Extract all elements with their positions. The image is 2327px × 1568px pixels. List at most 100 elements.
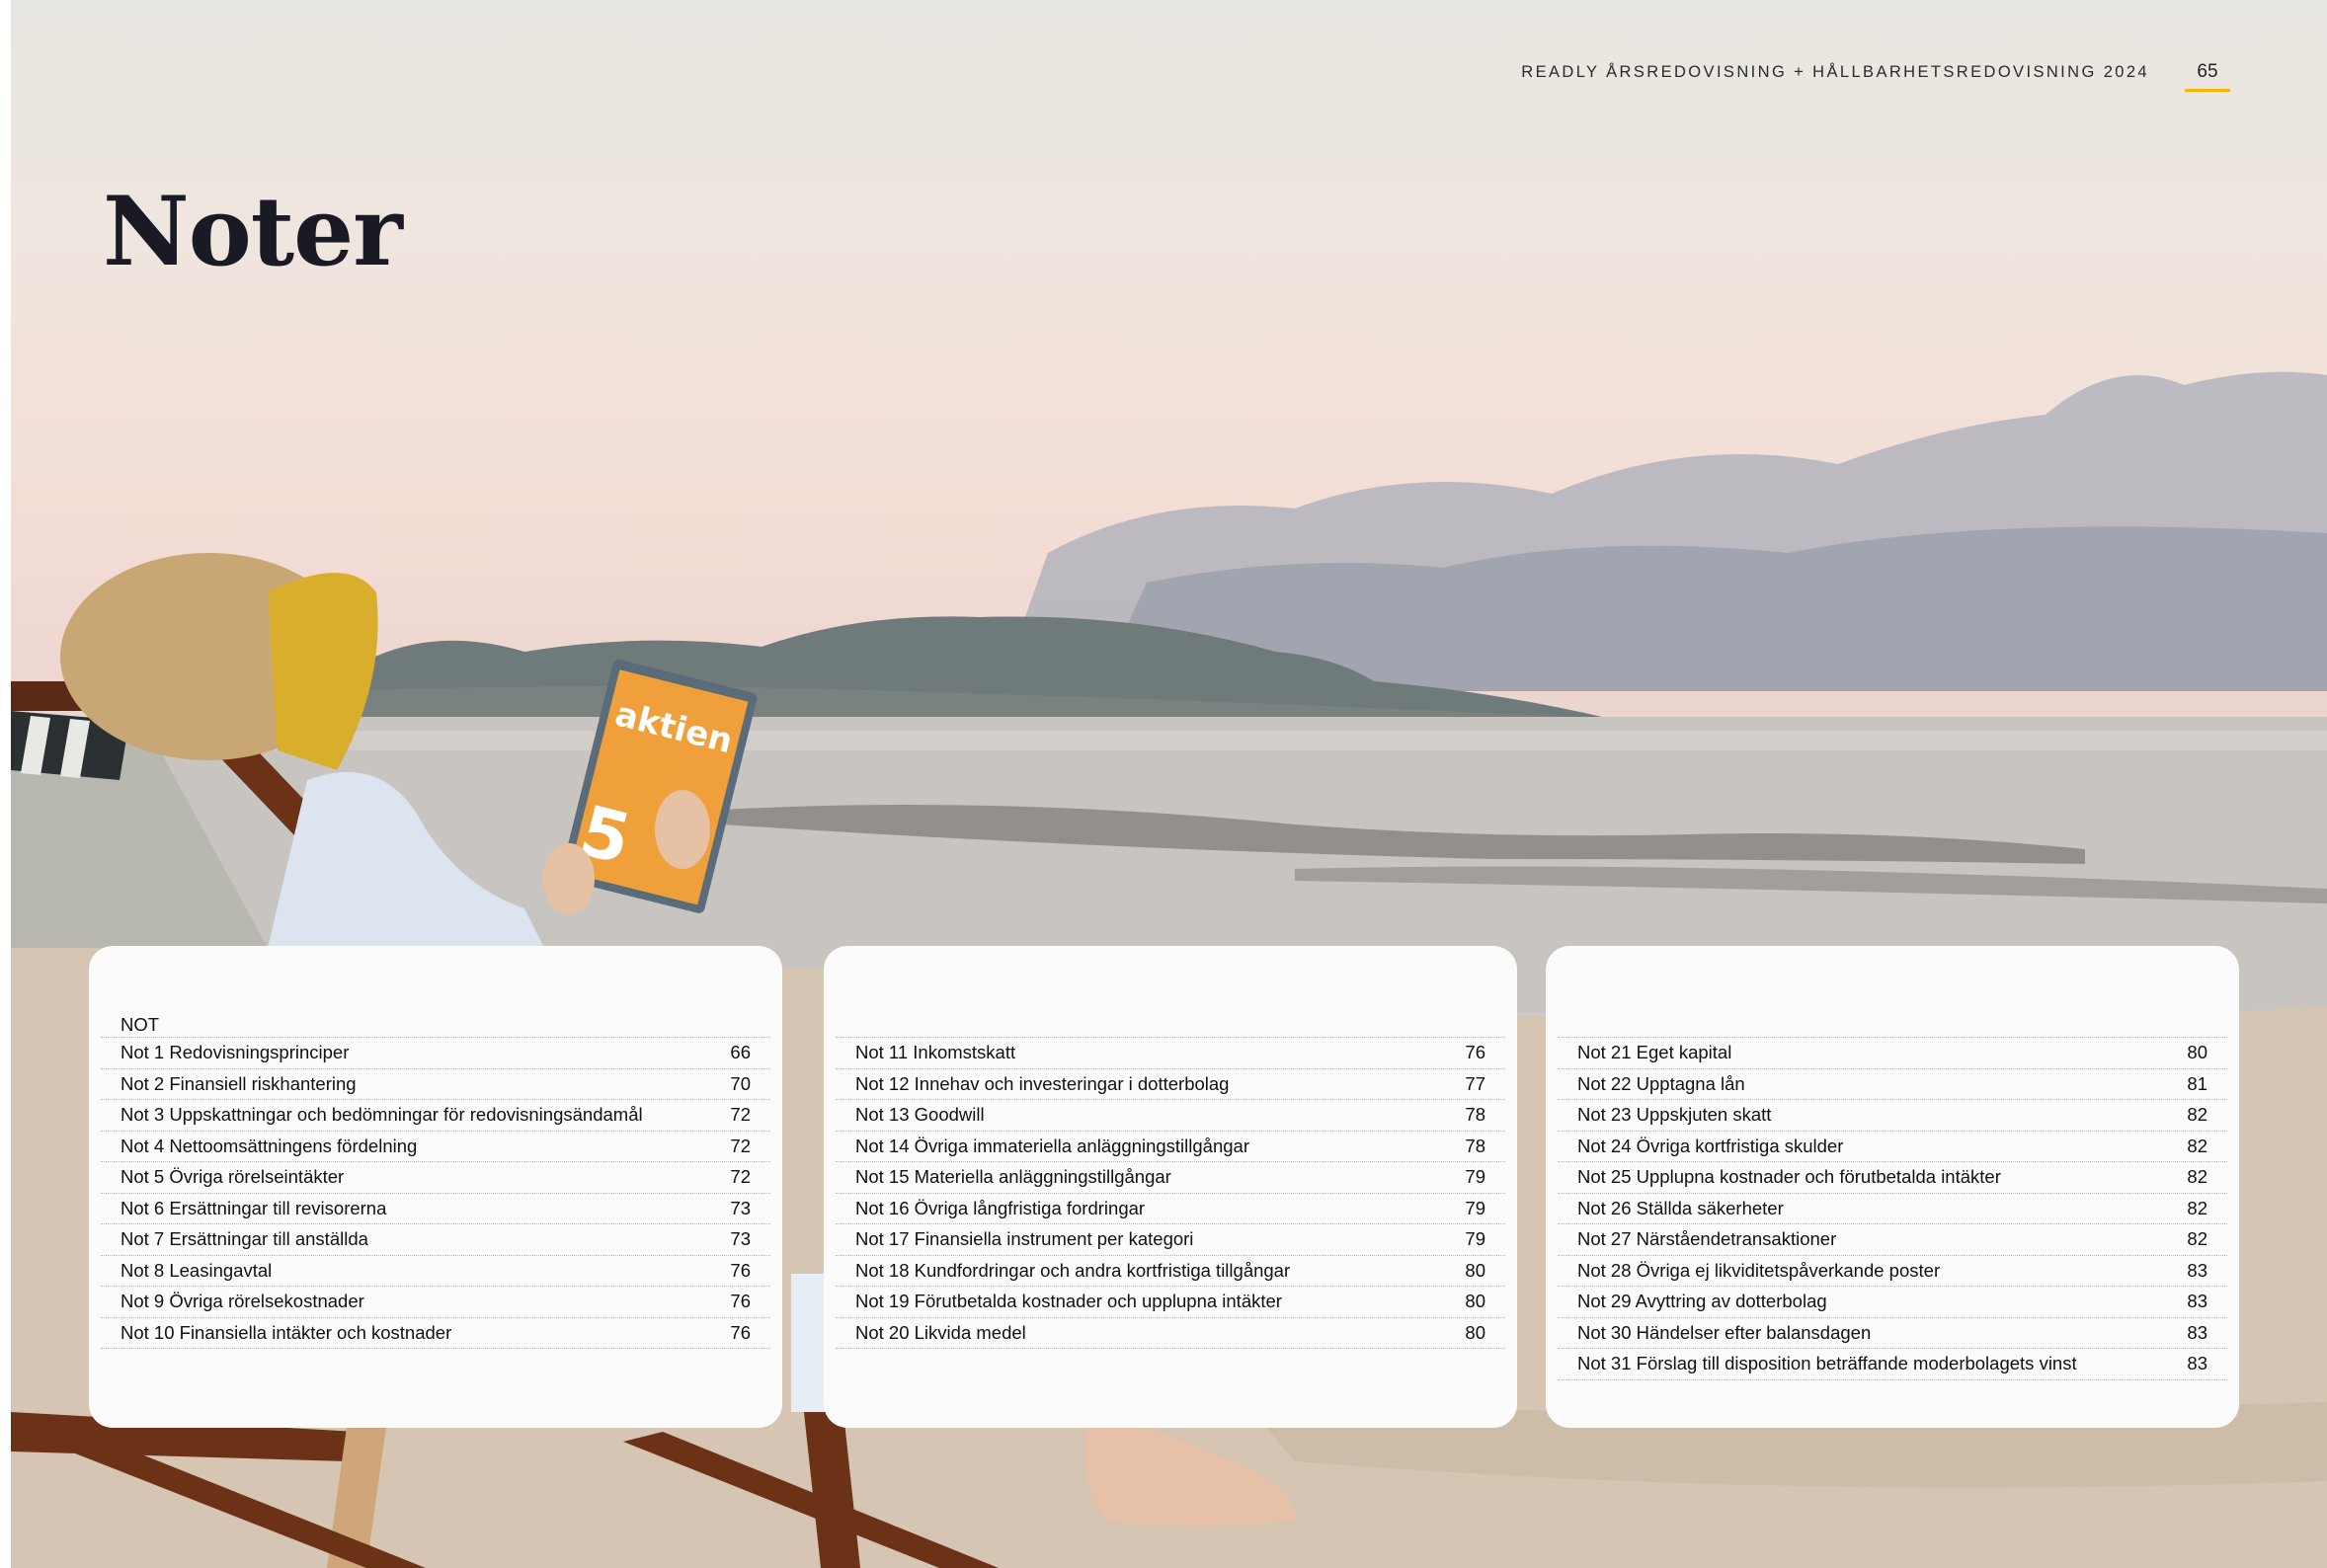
note-page: 78 [1465, 1135, 1485, 1156]
note-label: Not 8 Leasingavtal [120, 1259, 273, 1281]
note-page: 83 [2187, 1321, 2207, 1343]
note-row[interactable]: Not 6 Ersättningar till revisorerna 73 [101, 1194, 770, 1224]
note-page: 80 [2187, 1042, 2207, 1063]
note-page: 80 [1465, 1321, 1485, 1343]
note-label: Not 18 Kundfordringar och andra kortfris… [855, 1259, 1291, 1281]
note-page: 66 [730, 1042, 751, 1063]
note-page: 72 [730, 1135, 751, 1156]
note-page: 72 [730, 1166, 751, 1188]
note-row[interactable]: Not 29 Avyttring av dotterbolag 83 [1558, 1287, 2227, 1318]
note-label: Not 1 Redovisningsprinciper [120, 1042, 350, 1063]
note-page: 72 [730, 1104, 751, 1126]
note-page: 80 [1465, 1259, 1485, 1281]
note-row[interactable]: Not 26 Ställda säkerheter 82 [1558, 1194, 2227, 1224]
note-label: Not 26 Ställda säkerheter [1577, 1197, 1784, 1218]
note-label: Not 4 Nettoomsättningens fördelning [120, 1135, 418, 1156]
note-label: Not 19 Förutbetalda kostnader och upplup… [855, 1291, 1282, 1312]
note-row[interactable]: Not 19 Förutbetalda kostnader och upplup… [836, 1287, 1505, 1318]
note-page: 78 [1465, 1104, 1485, 1126]
note-row[interactable]: Not 5 Övriga rörelseintäkter 72 [101, 1162, 770, 1194]
note-row[interactable]: Not 2 Finansiell riskhantering 70 [101, 1069, 770, 1100]
notes-list-column-1: NOT Not 1 Redovisningsprinciper 66 Not 2 … [89, 946, 782, 1428]
note-row[interactable]: Not 21 Eget kapital 80 [1558, 1038, 2227, 1069]
note-page: 76 [730, 1321, 751, 1343]
note-row[interactable]: Not 15 Materiella anläggningstillgångar 7… [836, 1162, 1505, 1194]
notes-list-column-2: Not 11 Inkomstskatt 76 Not 12 Innehav och… [824, 946, 1517, 1428]
page-number: 65 [2185, 61, 2230, 92]
note-row[interactable]: Not 31 Förslag till disposition beträffa… [1558, 1349, 2227, 1380]
note-page: 80 [1465, 1291, 1485, 1312]
note-row[interactable]: Not 3 Uppskattningar och bedömningar för… [101, 1100, 770, 1132]
column-heading: NOT [101, 1005, 770, 1038]
note-label: Not 30 Händelser efter balansdagen [1577, 1321, 1872, 1343]
note-page: 70 [730, 1072, 751, 1094]
note-row[interactable]: Not 12 Innehav och investeringar i dotte… [836, 1069, 1505, 1100]
note-row[interactable]: Not 30 Händelser efter balansdagen 83 [1558, 1318, 2227, 1349]
note-label: Not 5 Övriga rörelseintäkter [120, 1166, 345, 1188]
note-label: Not 3 Uppskattningar och bedömningar för… [120, 1104, 643, 1126]
note-page: 73 [730, 1228, 751, 1250]
note-label: Not 29 Avyttring av dotterbolag [1577, 1291, 1827, 1312]
column-heading [1558, 1005, 2227, 1038]
note-row[interactable]: Not 28 Övriga ej likviditetspåverkande p… [1558, 1256, 2227, 1287]
note-page: 77 [1465, 1072, 1485, 1094]
note-label: Not 28 Övriga ej likviditetspåverkande p… [1577, 1259, 1941, 1281]
note-row[interactable]: Not 18 Kundfordringar och andra kortfris… [836, 1256, 1505, 1287]
note-label: Not 10 Finansiella intäkter och kostnade… [120, 1321, 452, 1343]
note-row[interactable]: Not 13 Goodwill 78 [836, 1100, 1505, 1132]
note-page: 79 [1465, 1228, 1485, 1250]
note-row[interactable]: Not 10 Finansiella intäkter och kostnade… [101, 1318, 770, 1349]
note-row[interactable]: Not 8 Leasingavtal 76 [101, 1256, 770, 1287]
page-edge [0, 0, 11, 1568]
report-header: READLY ÅRSREDOVISNING + HÅLLBARHETSREDOV… [1521, 63, 2149, 81]
note-page: 83 [2187, 1291, 2207, 1312]
note-row[interactable]: Not 9 Övriga rörelsekostnader 76 [101, 1287, 770, 1318]
notes-list-column-3: Not 21 Eget kapital 80 Not 22 Upptagna lå… [1546, 946, 2239, 1428]
note-page: 82 [2187, 1228, 2207, 1250]
note-row[interactable]: Not 11 Inkomstskatt 76 [836, 1038, 1505, 1069]
note-page: 82 [2187, 1104, 2207, 1126]
note-page: 81 [2187, 1072, 2207, 1094]
note-label: Not 12 Innehav och investeringar i dotte… [855, 1072, 1230, 1094]
note-label: Not 11 Inkomstskatt [855, 1042, 1016, 1063]
note-page: 79 [1465, 1166, 1485, 1188]
note-label: Not 23 Uppskjuten skatt [1577, 1104, 1772, 1126]
note-page: 76 [730, 1259, 751, 1281]
note-row[interactable]: Not 23 Uppskjuten skatt 82 [1558, 1100, 2227, 1132]
note-page: 73 [730, 1197, 751, 1218]
note-label: Not 2 Finansiell riskhantering [120, 1072, 357, 1094]
note-label: Not 20 Likvida medel [855, 1321, 1026, 1343]
note-label: Not 6 Ersättningar till revisorerna [120, 1197, 387, 1218]
note-page: 82 [2187, 1197, 2207, 1218]
note-page: 83 [2187, 1353, 2207, 1374]
note-row[interactable]: Not 17 Finansiella instrument per katego… [836, 1224, 1505, 1256]
note-label: Not 17 Finansiella instrument per katego… [855, 1228, 1194, 1250]
note-page: 82 [2187, 1135, 2207, 1156]
note-row[interactable]: Not 22 Upptagna lån 81 [1558, 1069, 2227, 1100]
note-label: Not 22 Upptagna lån [1577, 1072, 1745, 1094]
page-title: Noter [103, 176, 403, 287]
note-page: 76 [730, 1291, 751, 1312]
note-row[interactable]: Not 20 Likvida medel 80 [836, 1318, 1505, 1349]
note-row[interactable]: Not 7 Ersättningar till anställda 73 [101, 1224, 770, 1256]
note-row[interactable]: Not 1 Redovisningsprinciper 66 [101, 1038, 770, 1069]
column-heading [836, 1005, 1505, 1038]
note-page: 83 [2187, 1259, 2207, 1281]
note-label: Not 21 Eget kapital [1577, 1042, 1732, 1063]
note-row[interactable]: Not 27 Närståendetransaktioner 82 [1558, 1224, 2227, 1256]
note-label: Not 27 Närståendetransaktioner [1577, 1228, 1837, 1250]
note-label: Not 31 Förslag till disposition beträffa… [1577, 1353, 2077, 1374]
note-row[interactable]: Not 4 Nettoomsättningens fördelning 72 [101, 1132, 770, 1162]
note-label: Not 15 Materiella anläggningstillgångar [855, 1166, 1171, 1188]
note-row[interactable]: Not 16 Övriga långfristiga fordringar 79 [836, 1194, 1505, 1224]
note-label: Not 16 Övriga långfristiga fordringar [855, 1197, 1146, 1218]
note-page: 82 [2187, 1166, 2207, 1188]
note-label: Not 25 Upplupna kostnader och förutbetal… [1577, 1166, 2001, 1188]
note-label: Not 13 Goodwill [855, 1104, 985, 1126]
note-page: 76 [1465, 1042, 1485, 1063]
note-row[interactable]: Not 24 Övriga kortfristiga skulder 82 [1558, 1132, 2227, 1162]
note-label: Not 14 Övriga immateriella anläggningsti… [855, 1135, 1249, 1156]
note-row[interactable]: Not 25 Upplupna kostnader och förutbetal… [1558, 1162, 2227, 1194]
note-row[interactable]: Not 14 Övriga immateriella anläggningsti… [836, 1132, 1505, 1162]
note-label: Not 7 Ersättningar till anställda [120, 1228, 368, 1250]
